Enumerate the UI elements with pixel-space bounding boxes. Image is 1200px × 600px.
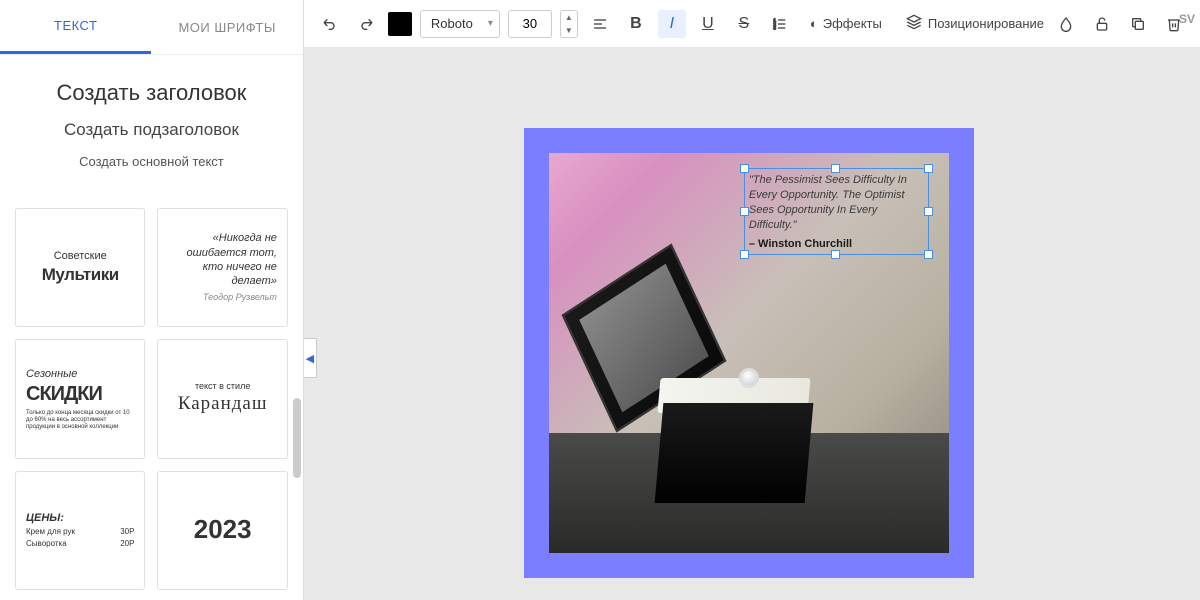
template-item[interactable]: ЦЕНЫ: Крем для рук30Р Сыворотка20Р <box>15 471 145 590</box>
layers-icon <box>906 14 922 33</box>
text-color-swatch[interactable] <box>388 12 412 36</box>
template-item[interactable]: 2023 <box>157 471 287 590</box>
list-button[interactable]: 123 <box>766 10 794 38</box>
template-item[interactable]: текст в стиле Карандаш <box>157 339 287 458</box>
template-item[interactable]: Советские Мультики <box>15 208 145 327</box>
templates-scrollbar[interactable] <box>293 398 301 478</box>
undo-button[interactable] <box>316 10 344 38</box>
quote-text[interactable]: "The Pessimist Sees Difficulty In Every … <box>749 173 924 232</box>
hint-badge: SV <box>1179 12 1195 26</box>
chevron-down-icon[interactable]: ▼ <box>561 24 577 37</box>
resize-handle[interactable] <box>924 164 933 173</box>
resize-handle[interactable] <box>831 250 840 259</box>
align-button[interactable] <box>586 10 614 38</box>
resize-handle[interactable] <box>740 164 749 173</box>
tab-text[interactable]: ТЕКСТ <box>0 0 151 54</box>
effects-button[interactable]: ◐Эффекты <box>802 16 890 31</box>
duplicate-button[interactable] <box>1124 10 1152 38</box>
resize-handle[interactable] <box>740 207 749 216</box>
tab-my-fonts[interactable]: МОИ ШРИФТЫ <box>151 0 302 54</box>
redo-button[interactable] <box>352 10 380 38</box>
effects-icon: ◐ <box>810 16 818 31</box>
collapse-sidebar-button[interactable]: ◀ <box>304 338 317 378</box>
svg-text:3: 3 <box>773 25 776 30</box>
italic-button[interactable]: I <box>658 10 686 38</box>
template-item[interactable]: Сезонные СКИДКИ Только до конца месяца с… <box>15 339 145 458</box>
main-area: Roboto ▲▼ B I U S 123 ◐Эффекты Позициони… <box>304 0 1200 600</box>
positioning-button[interactable]: Позиционирование <box>906 14 1044 33</box>
template-item[interactable]: «Никогда не ошибается тот, кто ничего не… <box>157 208 287 327</box>
font-size-input[interactable] <box>508 10 552 38</box>
create-heading[interactable]: Создать заголовок <box>20 80 283 106</box>
create-subheading[interactable]: Создать подзаголовок <box>20 120 283 140</box>
font-family-select[interactable]: Roboto <box>420 10 500 38</box>
resize-handle[interactable] <box>831 164 840 173</box>
create-body-text[interactable]: Создать основной текст <box>20 154 283 169</box>
unlock-button[interactable] <box>1088 10 1116 38</box>
sidebar: ТЕКСТ МОИ ШРИФТЫ Создать заголовок Созда… <box>0 0 304 600</box>
author-text[interactable]: – Winston Churchill <box>749 238 924 250</box>
opacity-button[interactable] <box>1052 10 1080 38</box>
artboard[interactable]: "The Pessimist Sees Difficulty In Every … <box>524 128 974 578</box>
resize-handle[interactable] <box>740 250 749 259</box>
underline-button[interactable]: U <box>694 10 722 38</box>
sidebar-tabs: ТЕКСТ МОИ ШРИФТЫ <box>0 0 303 55</box>
bold-button[interactable]: B <box>622 10 650 38</box>
text-creators: Создать заголовок Создать подзаголовок С… <box>0 55 303 198</box>
toolbar: Roboto ▲▼ B I U S 123 ◐Эффекты Позициони… <box>304 0 1200 48</box>
resize-handle[interactable] <box>924 207 933 216</box>
photo-layer[interactable]: "The Pessimist Sees Difficulty In Every … <box>549 153 949 553</box>
resize-handle[interactable] <box>924 250 933 259</box>
chevron-up-icon[interactable]: ▲ <box>561 11 577 24</box>
canvas-area[interactable]: ◀ "The Pessimist Sees Difficulty In Ever… <box>304 48 1200 600</box>
selected-text-box[interactable]: "The Pessimist Sees Difficulty In Every … <box>744 168 929 255</box>
font-size-stepper[interactable]: ▲▼ <box>560 10 578 38</box>
strikethrough-button[interactable]: S <box>730 10 758 38</box>
text-templates: Советские Мультики «Никогда не ошибается… <box>0 198 303 600</box>
